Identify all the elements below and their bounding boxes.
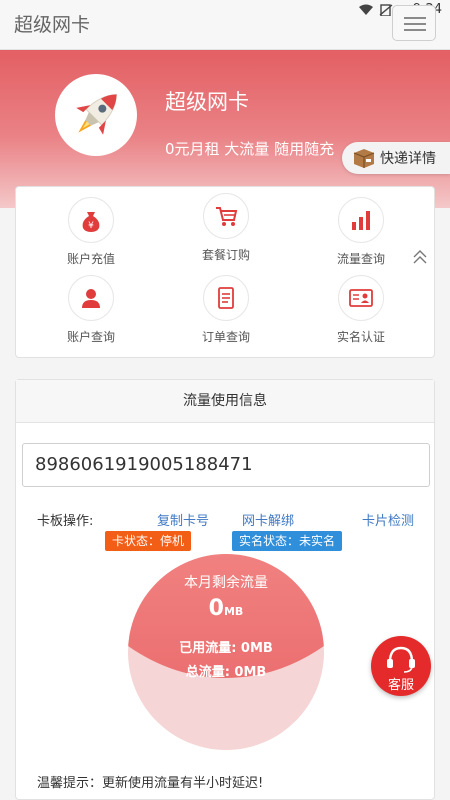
unbind-card-link[interactable]: 网卡解绑 [242, 510, 294, 529]
bar-chart-icon [352, 211, 370, 230]
id-card-icon [349, 289, 373, 307]
menu-item-data-query[interactable]: 流量查询 [306, 197, 416, 267]
data-usage-gauge: 本月剩余流量 0MB 已用流量: 0MB 总流量: 0MB [128, 554, 324, 750]
iccid-field[interactable]: 8986061919005188471 [22, 443, 430, 487]
menu-item-label: 账户查询 [66, 330, 115, 344]
menu-item-package-order[interactable]: 套餐订购 [171, 193, 281, 263]
customer-service-label: 客服 [387, 678, 414, 693]
app-title: 超级网卡 [14, 14, 91, 36]
svg-text:¥: ¥ [88, 221, 94, 231]
card-check-link[interactable]: 卡片检测 [362, 510, 414, 529]
card-heading: 流量使用信息 [16, 380, 434, 423]
rocket-icon [76, 93, 118, 135]
package-icon [353, 149, 375, 168]
delay-tip: 温馨提示：更新使用流量有半小时延迟! [37, 776, 264, 791]
collapse-chevron-icon[interactable] [412, 249, 428, 265]
express-details-label: 快递详情 [380, 151, 436, 167]
menu-item-label: 流量查询 [336, 252, 385, 266]
data-usage-card: 流量使用信息 8986061919005188471 卡板操作: 复制卡号 网卡… [15, 379, 435, 800]
menu-item-account-query[interactable]: 账户查询 [36, 275, 146, 345]
rocket-logo [55, 74, 137, 156]
express-details-button[interactable]: 快递详情 [342, 142, 450, 174]
money-bag-icon: ¥ [82, 212, 100, 232]
remaining-unit: MB [223, 605, 244, 618]
menu-item-recharge[interactable]: ¥ 账户充值 [36, 197, 146, 267]
wifi-icon [358, 4, 373, 15]
realname-status-badge: 实名状态：未实名 [232, 531, 343, 551]
no-sim-icon [379, 3, 393, 16]
top-bar: 超级网卡 9:24 [0, 0, 450, 50]
document-icon [218, 287, 234, 309]
cart-icon [216, 207, 238, 226]
function-grid: ¥ 账户充值 套餐订购 流量查询 账户查询 订单查询 实名认证 [15, 186, 435, 358]
user-icon [82, 289, 100, 308]
card-status-badge: 卡状态：停机 [105, 531, 192, 551]
menu-item-label: 账户充值 [66, 252, 115, 266]
menu-item-label: 套餐订购 [201, 248, 250, 262]
hamburger-icon [404, 17, 426, 19]
hero-banner: 超级网卡 0元月租 大流量 随用随充 快递详情 [0, 50, 450, 208]
customer-service-button[interactable]: 客服 [371, 636, 431, 696]
hero-subtitle: 0元月租 大流量 随用随充 [165, 140, 335, 158]
menu-item-order-query[interactable]: 订单查询 [171, 275, 281, 345]
remaining-value: 0 [208, 596, 224, 621]
hero-title: 超级网卡 [165, 90, 249, 114]
copy-card-number-link[interactable]: 复制卡号 [157, 510, 209, 529]
remaining-data-label: 本月剩余流量 [184, 575, 268, 591]
headset-icon [387, 646, 415, 673]
menu-item-label: 实名认证 [336, 330, 385, 344]
menu-item-label: 订单查询 [201, 330, 250, 344]
menu-button[interactable] [392, 5, 436, 41]
used-data-label: 已用流量: 0MB [179, 641, 273, 656]
card-ops-label: 卡板操作: [37, 514, 94, 529]
remaining-data-value: 0MB [128, 596, 324, 621]
menu-item-real-name[interactable]: 实名认证 [306, 275, 416, 345]
total-data-label: 总流量: 0MB [185, 665, 267, 680]
